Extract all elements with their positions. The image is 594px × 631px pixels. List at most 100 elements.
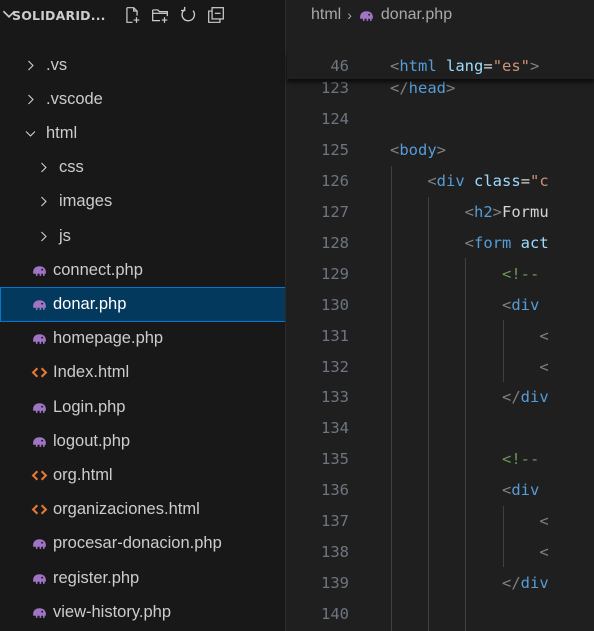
folder-item-css[interactable]: css — [0, 151, 285, 185]
chevron-right-icon[interactable] — [35, 161, 51, 174]
file-item-org-html[interactable]: org.html — [0, 458, 285, 492]
chevron-right-icon[interactable] — [22, 59, 38, 72]
new-folder-icon[interactable] — [150, 5, 170, 25]
code-token: div — [520, 388, 549, 407]
file-item-homepage-php[interactable]: homepage.php — [0, 322, 285, 356]
line-number: 132 — [321, 357, 349, 376]
code-token: </ — [501, 573, 521, 592]
file-item-index-html[interactable]: Index.html — [0, 356, 285, 390]
code-token: </ — [390, 79, 409, 98]
code-line[interactable]: 126 <div class="c — [287, 166, 594, 197]
php-file-icon — [29, 294, 49, 314]
code-line[interactable]: 127 <h2>Formu — [287, 197, 594, 228]
file-item-donar-php[interactable]: donar.php — [0, 287, 285, 322]
php-file-icon — [29, 329, 49, 349]
folder-item-vs[interactable]: .vs — [0, 48, 285, 82]
line-number: 128 — [321, 233, 349, 252]
file-item-logout-php[interactable]: logout.php — [0, 424, 285, 458]
code-line[interactable]: 46 <html lang="es"> — [287, 52, 594, 79]
code-token: lang — [446, 56, 484, 75]
file-item-procesar-donacion-php[interactable]: procesar-donacion.php — [0, 527, 285, 561]
line-number: 126 — [321, 172, 349, 191]
code-token: div — [520, 573, 549, 592]
file-item-view-history-php[interactable]: view-history.php — [0, 595, 285, 629]
new-file-icon[interactable] — [122, 5, 142, 25]
code-token: < — [539, 357, 549, 376]
code-token: form — [474, 233, 512, 252]
collapse-all-icon[interactable] — [206, 5, 226, 25]
folder-item-vscode[interactable]: .vscode — [0, 82, 285, 116]
code-token: = — [483, 56, 493, 75]
file-item-register-php[interactable]: register.php — [0, 561, 285, 595]
code-line[interactable]: 134 — [287, 413, 594, 444]
code-line[interactable]: 136 <div — [287, 475, 594, 506]
code-token: > — [530, 56, 540, 75]
chevron-right-icon[interactable] — [22, 93, 38, 106]
code-token: <!-- — [501, 450, 540, 469]
php-file-icon — [29, 260, 49, 280]
code-token: < — [427, 172, 437, 191]
line-number: 138 — [321, 542, 349, 561]
code-text: </head> — [390, 79, 455, 97]
code-token: act — [520, 233, 549, 252]
code-line[interactable]: 129 <!-- — [287, 258, 594, 289]
line-number: 127 — [321, 203, 349, 222]
code-token: > — [446, 79, 456, 98]
code-text: <div class="c — [390, 172, 549, 191]
code-line[interactable]: 137 < — [287, 506, 594, 537]
chevron-right-icon[interactable] — [35, 195, 51, 208]
code-token: "c — [530, 172, 549, 191]
refresh-icon[interactable] — [178, 5, 198, 25]
code-line[interactable]: 131 < — [287, 320, 594, 351]
line-number: 137 — [321, 512, 349, 531]
chevron-down-icon[interactable] — [22, 127, 38, 140]
tree-item-label: js — [59, 226, 71, 245]
php-file-icon — [29, 397, 49, 417]
indent-guide — [465, 258, 467, 631]
breadcrumb-folder[interactable]: html — [311, 6, 341, 24]
code-text: < — [390, 326, 549, 345]
code-token: div — [511, 295, 540, 314]
tree-item-label: css — [59, 158, 84, 177]
chevron-down-icon[interactable] — [0, 5, 16, 26]
file-item-login-php[interactable]: Login.php — [0, 390, 285, 424]
code-line[interactable]: 125 <body> — [287, 135, 594, 166]
folder-item-images[interactable]: images — [0, 185, 285, 219]
file-item-organizaciones-html[interactable]: organizaciones.html — [0, 493, 285, 527]
html-file-icon — [29, 465, 49, 485]
sticky-scroll-line[interactable]: 46 <html lang="es"> — [287, 52, 594, 79]
folder-item-html[interactable]: html — [0, 116, 285, 150]
line-number: 46 — [330, 56, 349, 75]
code-line[interactable]: 135 <!-- — [287, 444, 594, 475]
code-line[interactable]: 128 <form act — [287, 228, 594, 259]
line-number: 129 — [321, 264, 349, 283]
code-text: <body> — [390, 141, 446, 159]
code-line[interactable]: 132 < — [287, 351, 594, 382]
code-line[interactable]: 138 < — [287, 537, 594, 568]
code-line[interactable]: 130 <div — [287, 289, 594, 320]
code-line[interactable]: 140 — [287, 598, 594, 629]
folder-item-js[interactable]: js — [0, 219, 285, 253]
php-file-icon — [29, 568, 49, 588]
breadcrumb-file[interactable]: donar.php — [381, 6, 452, 24]
code-line[interactable]: 124 — [287, 104, 594, 135]
chevron-right-icon[interactable] — [35, 230, 51, 243]
code-token: < — [539, 512, 549, 531]
indent-guide — [502, 505, 504, 568]
code-editor[interactable]: html › donar.php 46 <html lang="es"> 123 <… — [287, 0, 594, 631]
code-token: < — [539, 326, 549, 345]
line-number: 124 — [321, 110, 349, 129]
code-line[interactable]: 133 </div — [287, 382, 594, 413]
tree-item-label: images — [59, 192, 113, 211]
code-text: < — [390, 512, 549, 531]
explorer-root-label[interactable]: SOLIDARID... — [12, 8, 116, 23]
code-line[interactable]: 139 </div — [287, 567, 594, 598]
explorer-header: SOLIDARID... — [0, 0, 285, 30]
file-item-connect-php[interactable]: connect.php — [0, 253, 285, 287]
